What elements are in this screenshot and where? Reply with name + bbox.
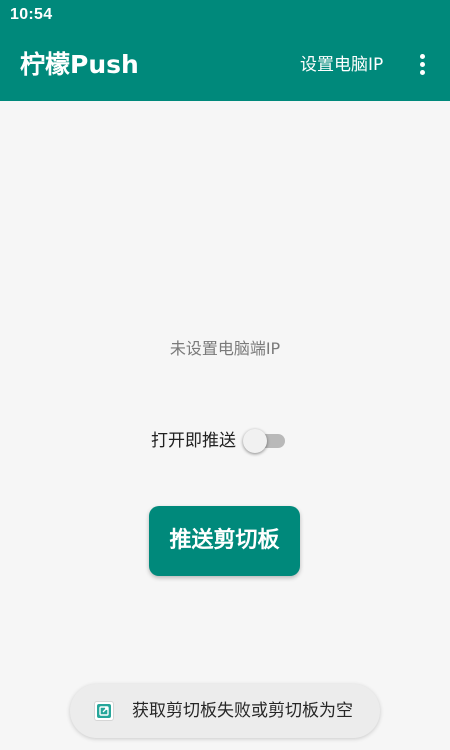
switch-thumb[interactable] bbox=[243, 429, 267, 453]
toast-message: 获取剪切板失败或剪切板为空 bbox=[132, 701, 353, 721]
app-bar: 柠檬Push 设置电脑IP bbox=[0, 31, 450, 101]
status-bar: 10:54 bbox=[0, 0, 450, 31]
ip-status-text: 未设置电脑端IP bbox=[169, 339, 281, 358]
main-content: 未设置电脑端IP 打开即推送 推送剪切板 获取剪切板失败或剪切板为空 bbox=[0, 101, 450, 750]
auto-push-switch[interactable] bbox=[243, 429, 287, 453]
set-pc-ip-button[interactable]: 设置电脑IP bbox=[300, 53, 383, 77]
app-title: 柠檬Push bbox=[20, 50, 139, 79]
more-vertical-icon[interactable] bbox=[410, 51, 434, 79]
app-icon bbox=[94, 701, 114, 721]
auto-push-row: 打开即推送 bbox=[0, 427, 450, 457]
toast: 获取剪切板失败或剪切板为空 bbox=[70, 684, 380, 738]
auto-push-label: 打开即推送 bbox=[151, 431, 236, 451]
push-clipboard-button[interactable]: 推送剪切板 bbox=[149, 506, 300, 576]
status-time: 10:54 bbox=[10, 6, 53, 23]
